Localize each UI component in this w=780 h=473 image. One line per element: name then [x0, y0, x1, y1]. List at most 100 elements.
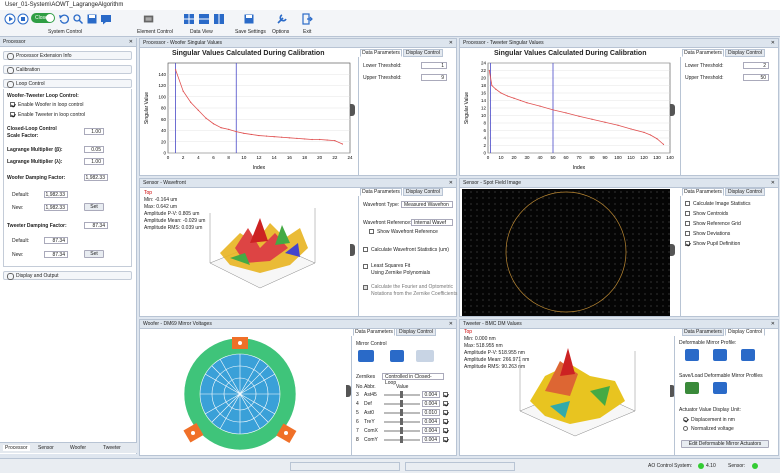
tweeter-damping-field[interactable]: 87.34	[84, 222, 108, 229]
zernike-enable-checkbox[interactable]	[443, 419, 448, 424]
tab-woofer[interactable]: Woofer	[70, 445, 86, 451]
tab-tweeter[interactable]: Tweeter	[103, 445, 121, 451]
tab-data-parameters[interactable]: Data Parameters	[682, 49, 724, 57]
show-pupil-checkbox[interactable]	[685, 241, 690, 246]
close-icon[interactable]: ✕	[771, 39, 775, 48]
tab-data-parameters[interactable]: Data Parameters	[682, 328, 724, 336]
layout-columns-icon[interactable]	[213, 13, 225, 25]
accordion-loop-control[interactable]: Loop Control	[3, 79, 132, 88]
splitter-handle[interactable]	[350, 104, 355, 116]
zernike-enable-checkbox[interactable]	[443, 401, 448, 406]
tab-data-parameters[interactable]: Data Parameters	[360, 49, 402, 57]
splitter-handle[interactable]	[350, 244, 355, 256]
zernike-slider-thumb[interactable]	[400, 409, 403, 416]
layout-split-icon[interactable]	[198, 13, 210, 25]
zernike-slider-thumb[interactable]	[400, 400, 403, 407]
reset-icon[interactable]	[58, 13, 70, 25]
play-icon[interactable]	[4, 13, 16, 25]
zernike-value-field[interactable]: 0.004	[422, 436, 440, 443]
save-profile-icon[interactable]	[713, 382, 727, 394]
lower-threshold-field[interactable]: 1	[421, 62, 447, 69]
zernike-slider-thumb[interactable]	[400, 418, 403, 425]
zernike-mode-select[interactable]: Controlled in Closed-Loop	[382, 373, 444, 386]
accordion-display-output[interactable]: Display and Output	[3, 271, 132, 280]
upper-threshold-field[interactable]: 9	[421, 74, 447, 81]
tab-display-control[interactable]: Display Control	[403, 49, 443, 57]
tab-sensor[interactable]: Sensor	[38, 445, 54, 451]
normalized-radio[interactable]	[683, 426, 688, 431]
tab-display-control[interactable]: Display Control	[725, 49, 765, 57]
save-icon[interactable]	[86, 13, 98, 25]
upload-icon[interactable]	[713, 349, 727, 361]
mirror-reset-icon[interactable]	[358, 350, 374, 362]
mirror-zero-icon[interactable]	[416, 350, 434, 362]
lagrange-beta-field[interactable]: 0.05	[84, 146, 104, 153]
splitter-handle[interactable]	[670, 244, 675, 256]
woofer-loop-checkbox[interactable]	[10, 102, 15, 107]
wavefront-ref-select[interactable]: Internal Wavef	[411, 219, 453, 226]
woofer-damping-field[interactable]: 1,982.33	[84, 174, 108, 181]
zernike-slider-thumb[interactable]	[400, 427, 403, 434]
close-icon[interactable]: ✕	[449, 179, 453, 188]
zernike-value-field[interactable]: 0.004	[422, 400, 440, 407]
lsf-checkbox[interactable]	[363, 264, 368, 269]
displacement-radio[interactable]	[683, 417, 688, 422]
splitter-handle[interactable]	[670, 104, 675, 116]
tab-data-parameters[interactable]: Data Parameters	[682, 188, 724, 196]
zernike-enable-checkbox[interactable]	[443, 410, 448, 415]
search-icon[interactable]	[72, 13, 84, 25]
fourier-checkbox[interactable]	[363, 285, 368, 290]
show-deviations-checkbox[interactable]	[685, 231, 690, 236]
calc-stats-checkbox[interactable]	[363, 247, 368, 252]
save-settings-icon[interactable]	[243, 13, 255, 25]
accordion-extension-info[interactable]: Processor Extension Info	[3, 51, 132, 60]
close-icon[interactable]: ✕	[449, 320, 453, 329]
tweeter-loop-checkbox[interactable]	[10, 112, 15, 117]
zernike-slider-thumb[interactable]	[400, 436, 403, 443]
stop-icon[interactable]	[17, 13, 29, 25]
scale-factor-field[interactable]: 1.00	[84, 128, 104, 135]
edit-actuators-button[interactable]: Edit Deformable Mirror Actuators	[681, 440, 769, 448]
calc-image-stats-checkbox[interactable]	[685, 201, 690, 206]
zernike-enable-checkbox[interactable]	[443, 428, 448, 433]
close-icon[interactable]: ✕	[129, 38, 133, 47]
lagrange-lambda-field[interactable]: 1.00	[84, 158, 104, 165]
tweeter-new-field[interactable]: 87.34	[44, 251, 68, 258]
zernike-enable-checkbox[interactable]	[443, 392, 448, 397]
show-ref-checkbox[interactable]	[369, 229, 374, 234]
zernike-value-field[interactable]: 0.004	[422, 391, 440, 398]
tab-data-parameters[interactable]: Data Parameters	[360, 188, 402, 196]
tab-display-control[interactable]: Display Control	[725, 328, 765, 336]
show-ref-grid-checkbox[interactable]	[685, 221, 690, 226]
zernike-enable-checkbox[interactable]	[443, 437, 448, 442]
loop-toggle[interactable]: Closed	[31, 13, 55, 23]
wavefront-type-select[interactable]: Measured Wavefron	[401, 201, 453, 208]
element-control-icon[interactable]	[143, 13, 157, 25]
layout-icon[interactable]	[183, 13, 195, 25]
tweeter-set-button[interactable]: Set	[84, 250, 104, 258]
download-icon[interactable]	[685, 349, 699, 361]
upper-threshold-field[interactable]: 50	[743, 74, 769, 81]
exit-icon[interactable]	[301, 13, 313, 25]
grid-icon[interactable]	[741, 349, 755, 361]
tab-data-parameters[interactable]: Data Parameters	[353, 328, 395, 336]
zernike-value-field[interactable]: 0.004	[422, 427, 440, 434]
zernike-slider-thumb[interactable]	[400, 391, 403, 398]
tab-processor[interactable]: Processor	[3, 445, 30, 451]
show-centroids-checkbox[interactable]	[685, 211, 690, 216]
close-icon[interactable]: ✕	[449, 39, 453, 48]
lower-threshold-field[interactable]: 2	[743, 62, 769, 69]
load-profile-icon[interactable]	[685, 382, 699, 394]
zernike-value-field[interactable]: 0.004	[422, 418, 440, 425]
woofer-new-field[interactable]: 1,982.33	[44, 204, 68, 211]
message-icon[interactable]	[100, 13, 112, 25]
mirror-flat-icon[interactable]	[390, 350, 404, 362]
zernike-value-field[interactable]: 0.010	[422, 409, 440, 416]
tab-display-control[interactable]: Display Control	[725, 188, 765, 196]
close-icon[interactable]: ✕	[771, 320, 775, 329]
accordion-calibration[interactable]: Calibration	[3, 65, 132, 74]
close-icon[interactable]: ✕	[771, 179, 775, 188]
wrench-icon[interactable]	[276, 13, 288, 25]
tab-display-control[interactable]: Display Control	[403, 188, 443, 196]
woofer-set-button[interactable]: Set	[84, 203, 104, 211]
